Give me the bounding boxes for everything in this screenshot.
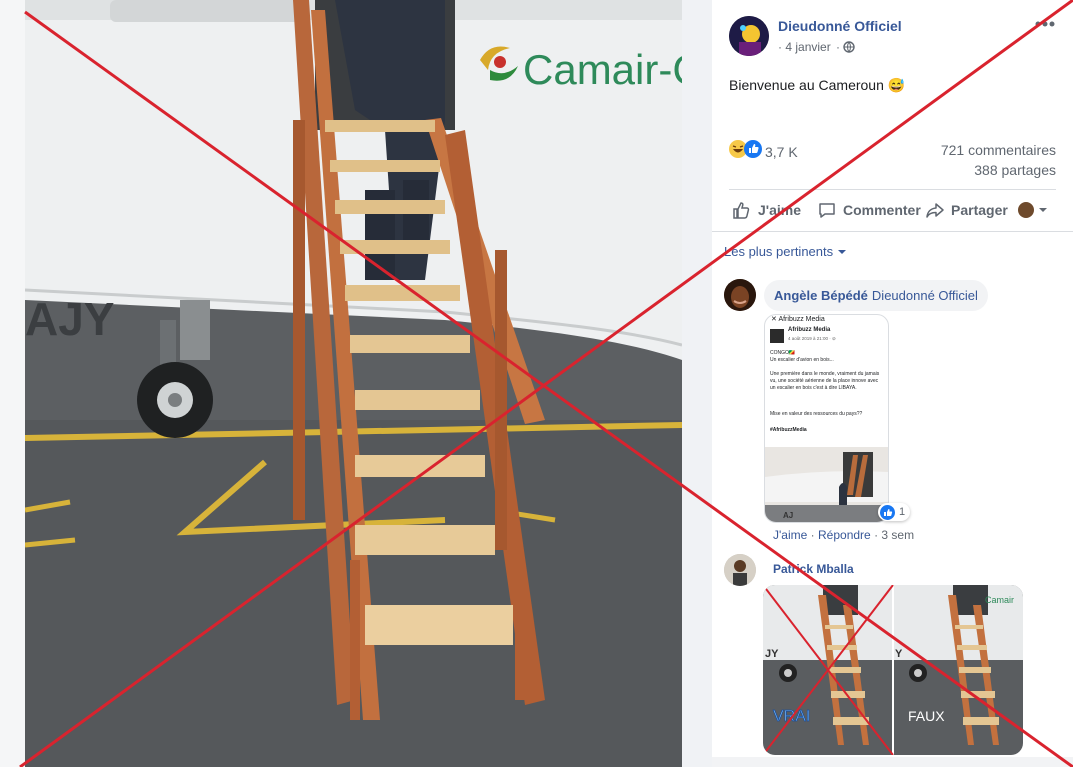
comment-actions-sep: · [810,528,815,542]
comment-2-avatar[interactable] [724,554,756,586]
filter-chevron-icon [838,249,847,254]
comment-reaction-count: 1 [899,506,906,518]
like-badge-icon [880,504,895,520]
divider [729,189,1056,190]
screenshot-line-4: Mise en valeur des ressources du pays?? [770,411,863,417]
like-label: J'aime [758,202,802,218]
shares-count[interactable]: 388 partages [974,162,1056,178]
screenshot-date: 4 août 2019 à 21:00 · ⊘ [788,336,836,341]
thumbs-up-icon [733,202,750,219]
photo-sign-text: Camair-Co [523,46,682,93]
post-photo[interactable]: Camair-Co AJY [25,0,682,767]
viewer-avatar [1018,202,1034,218]
svg-text:JY: JY [765,648,779,660]
comparison-photo: JY Y Camair VRAI FAUX [763,585,1023,755]
comment-author[interactable]: Angèle Bépédé [774,288,868,303]
comment-filter[interactable]: Les plus pertinents [724,244,847,259]
author-avatar[interactable] [729,16,769,56]
photo-tail-text: AJY [25,293,114,345]
comment-image[interactable]: ✕ Afribuzz Media Afribuzz Media 4 août 2… [764,314,889,523]
comment-time[interactable]: 3 sem [881,528,914,542]
comment-actions-sep-2: · [874,528,879,542]
reactions-summary[interactable]: 3,7 K [729,140,798,163]
divider-2 [712,231,1073,232]
screenshot-page-avatar [770,329,784,343]
photo-illustration: Camair-Co AJY [25,0,682,767]
comment-reply-link[interactable]: Répondre [818,528,871,542]
comments-count[interactable]: 721 commentaires [941,142,1056,158]
comment-actions: J'aime · Répondre · 3 sem [773,528,914,542]
like-reaction-icon [744,140,762,163]
meta-separator-2: · [836,40,841,54]
comparison-sign: Camair [985,595,1014,605]
comment-icon [819,203,835,218]
svg-text:Y: Y [895,648,903,660]
screenshot-source: Afribuzz Media [788,327,831,333]
left-margin [0,0,25,767]
post-date[interactable]: 4 janvier [785,40,830,54]
post-text: Bienvenue au Cameroun 😅 [729,77,906,93]
screenshot-line-5: #AfribuzzMedia [770,427,807,433]
screenshot-header: ✕ Afribuzz Media [771,316,825,323]
share-label: Partager [951,202,1008,218]
comment-like-link[interactable]: J'aime [773,528,807,542]
screenshot-photo: AJ [765,447,888,522]
screenshot-source-top: Afribuzz Media [778,316,825,323]
comment-avatar[interactable] [724,279,756,311]
comment-label: Commenter [843,202,921,218]
like-button[interactable]: J'aime [732,200,801,220]
screenshot-line-1: CONGO🇨🇬 [770,350,796,356]
comment-composer-edge [712,757,1073,767]
globe-icon [843,41,856,53]
share-button[interactable]: Partager [925,200,1008,220]
more-options-icon[interactable] [1034,17,1056,36]
reactions-count[interactable]: 3,7 K [765,144,798,160]
comment-2-author[interactable]: Patrick Mballa [773,562,854,576]
share-icon [926,203,944,218]
post-panel: Dieudonné Officiel · 4 janvier · Bienven… [712,0,1073,767]
comment-bubble: Angèle Bépédé Dieudonné Officiel [764,280,988,311]
label-faux: FAUX [908,708,945,724]
comment-button[interactable]: Commenter [817,200,921,220]
photo-panel-gap [682,0,712,767]
chevron-down-icon [1039,208,1047,212]
comment-tagged-user[interactable]: Dieudonné Officiel [872,288,978,303]
react-as-selector[interactable] [1018,202,1048,218]
filter-label: Les plus pertinents [724,244,834,259]
screenshot-line-2: Un escalier d'avion en bois... [770,357,834,363]
svg-text:AJ: AJ [783,511,793,520]
screenshot-line-3: Une première dans le monde, vraiment du … [770,371,880,391]
comment-reaction-badge[interactable]: 1 [878,503,911,521]
author-name[interactable]: Dieudonné Officiel [778,18,902,34]
post-meta: · 4 janvier · [778,40,856,54]
meta-separator: · [778,40,782,54]
comment-2-image[interactable]: JY Y Camair VRAI FAUX [763,585,1023,755]
